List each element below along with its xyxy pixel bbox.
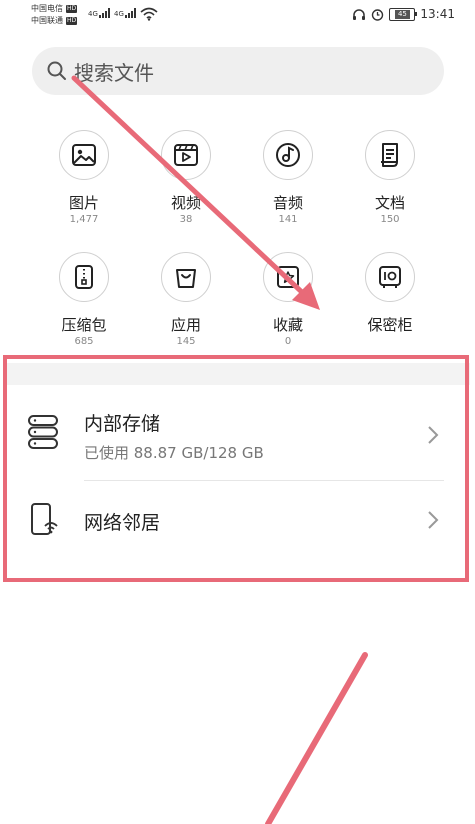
app-icon xyxy=(176,269,196,288)
hd-badge: HD xyxy=(66,5,78,13)
signal-1-icon: 4G xyxy=(88,8,110,18)
search-placeholder: 搜索文件 xyxy=(74,60,154,85)
section-divider xyxy=(5,363,470,385)
signal-2-icon: 4G xyxy=(114,8,136,18)
category-label: 视频 xyxy=(170,194,201,212)
video-icon xyxy=(174,144,198,166)
category-images[interactable]: 图片 1,477 xyxy=(34,130,134,226)
category-documents[interactable]: 文档 150 xyxy=(340,130,440,226)
carrier-info: 中国电信 HD 中国联通 HD xyxy=(31,3,78,27)
network-neighborhood-row[interactable]: 网络邻居 xyxy=(0,484,475,560)
image-icon xyxy=(72,144,96,166)
hd-badge: HD xyxy=(66,17,78,25)
alarm-icon xyxy=(372,8,384,21)
search-bar[interactable]: 搜索文件 xyxy=(32,47,444,95)
battery-icon: 45 xyxy=(389,7,418,21)
chevron-right-icon xyxy=(428,511,439,529)
row-divider xyxy=(84,480,444,481)
internal-storage-title: 内部存储 xyxy=(84,413,161,435)
category-label: 文档 xyxy=(374,194,405,212)
search-icon xyxy=(47,61,66,80)
status-bar: 中国电信 HD 中国联通 HD 4G 4G 45 13:41 xyxy=(0,0,475,34)
category-label: 压缩包 xyxy=(61,316,107,334)
category-archives[interactable]: 压缩包 685 xyxy=(34,252,134,348)
category-count: 1,477 xyxy=(69,214,99,225)
category-count: 685 xyxy=(74,336,94,347)
category-favorites[interactable]: 收藏 0 xyxy=(238,252,338,348)
category-count: 0 xyxy=(284,336,292,347)
category-count: 38 xyxy=(179,214,193,225)
category-label: 图片 xyxy=(68,194,99,212)
category-label: 保密柜 xyxy=(367,316,413,334)
category-audio[interactable]: 音频 141 xyxy=(238,130,338,226)
chevron-right-icon xyxy=(428,426,439,444)
network-device-icon xyxy=(31,503,58,535)
category-label: 收藏 xyxy=(272,316,303,334)
network-neighborhood-title: 网络邻居 xyxy=(84,512,161,534)
safe-icon xyxy=(379,266,401,288)
category-label: 应用 xyxy=(170,316,201,334)
category-safe[interactable]: 保密柜 xyxy=(340,252,440,336)
category-count: 141 xyxy=(278,214,298,225)
wifi-icon xyxy=(140,7,158,21)
document-icon xyxy=(381,143,398,167)
clock-time: 13:41 xyxy=(420,7,455,21)
audio-icon xyxy=(276,143,300,167)
annotation-stroke xyxy=(265,652,368,824)
category-videos[interactable]: 视频 38 xyxy=(136,130,236,226)
archive-icon xyxy=(75,265,93,289)
internal-storage-row[interactable]: 内部存储 已使用 88.87 GB/128 GB xyxy=(0,395,475,479)
carrier-2: 中国联通 xyxy=(31,16,63,25)
internal-storage-usage: 已使用 88.87 GB/128 GB xyxy=(84,444,264,462)
category-apps[interactable]: 应用 145 xyxy=(136,252,236,348)
category-count: 145 xyxy=(176,336,196,347)
category-label: 音频 xyxy=(272,194,303,212)
favorite-icon xyxy=(277,266,299,288)
storage-icon xyxy=(28,415,58,449)
carrier-1: 中国电信 xyxy=(31,4,63,13)
headphones-icon xyxy=(353,8,366,20)
category-count: 150 xyxy=(380,214,400,225)
